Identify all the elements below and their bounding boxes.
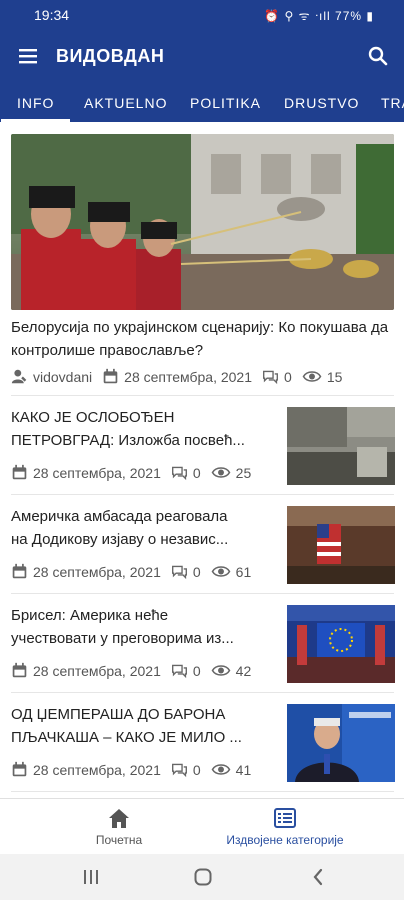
status-bar: 19:34 ⏰ ⚲ ᯤ ᐧıll 77% ▮	[0, 0, 404, 30]
article-comments-count: 0	[192, 464, 201, 481]
home-icon	[109, 809, 129, 828]
article-views-count: 41	[235, 761, 252, 778]
hero-date: 28 септембра, 2021	[124, 368, 253, 385]
system-navigation-bar	[0, 854, 404, 900]
tab-politika[interactable]: POLITIKA	[190, 82, 261, 122]
search-icon[interactable]	[366, 44, 390, 68]
article-thumbnail[interactable]	[287, 407, 395, 485]
nav-categories-label: Издвојене категорије	[226, 833, 344, 847]
recent-apps-icon[interactable]	[82, 868, 100, 886]
calendar-icon	[103, 368, 118, 384]
list-item[interactable]: Брисел: Америка неће учествовати у прего…	[0, 594, 404, 692]
home-button-icon[interactable]	[193, 867, 213, 887]
list-item[interactable]: ОД ЏЕМПЕРАША ДО БАРОНА ПЉАЧКАША – КАКО Ј…	[0, 693, 404, 791]
eye-icon	[211, 764, 231, 775]
list-item[interactable]: Америчка амбасада реаговала на Додикову …	[0, 495, 404, 593]
article-views-count: 61	[235, 563, 252, 580]
category-tabs: INFO AKTUELNO POLITIKA DRUSTVO TRA	[0, 82, 404, 122]
article-comments-count: 0	[192, 563, 201, 580]
calendar-icon	[12, 563, 27, 579]
hero-comments-count: 0	[284, 368, 292, 385]
calendar-icon	[12, 662, 27, 678]
tab-drustvo[interactable]: DRUSTVO	[284, 82, 359, 122]
comments-icon	[171, 763, 187, 778]
article-comments-count: 0	[192, 662, 201, 679]
menu-icon[interactable]	[16, 44, 40, 68]
comments-icon	[171, 664, 187, 679]
article-comments-count: 0	[192, 761, 201, 778]
article-views-count: 42	[235, 662, 252, 679]
back-icon[interactable]	[310, 867, 326, 887]
user-edit-icon	[11, 369, 27, 384]
app-title: ВИДОВДАН	[56, 46, 165, 66]
bottom-navigation: Почетна Издвојене категорије	[0, 798, 404, 854]
eye-icon	[211, 467, 231, 478]
article-title[interactable]: Америчка амбасада реаговала на Додикову …	[11, 505, 273, 551]
article-title[interactable]: Брисел: Америка неће учествовати у прего…	[11, 604, 273, 650]
hero-views-count: 15	[326, 368, 343, 385]
divider	[11, 791, 394, 792]
article-date: 28 септембра, 2021	[33, 662, 161, 679]
calendar-icon	[12, 761, 27, 777]
comments-icon	[171, 565, 187, 580]
tab-tra[interactable]: TRA	[381, 82, 404, 122]
article-title[interactable]: КАКО ЈЕ ОСЛОБОЂЕН ПЕТРОВГРАД: Изложба по…	[11, 406, 273, 452]
article-meta: 28 септембра, 2021 0 25	[11, 464, 251, 481]
article-feed: Белорусија по украјинском сценарију: Ко …	[0, 122, 404, 798]
article-date: 28 септембра, 2021	[33, 761, 161, 778]
hero-article-title[interactable]: Белорусија по украјинском сценарију: Ко …	[11, 316, 391, 362]
eye-icon	[302, 371, 322, 382]
article-meta: 28 септембра, 2021 0 42	[11, 662, 251, 679]
article-date: 28 септембра, 2021	[33, 563, 161, 580]
comments-icon	[171, 466, 187, 481]
article-title[interactable]: ОД ЏЕМПЕРАША ДО БАРОНА ПЉАЧКАША – КАКО Ј…	[11, 703, 273, 749]
article-meta: 28 септембра, 2021 0 41	[11, 761, 251, 778]
hero-author[interactable]: vidovdani	[33, 369, 92, 385]
eye-icon	[211, 566, 231, 577]
eye-icon	[211, 665, 231, 676]
article-thumbnail[interactable]	[287, 704, 395, 782]
tab-info[interactable]: INFO	[0, 82, 72, 122]
article-views-count: 25	[235, 464, 252, 481]
article-date: 28 септембра, 2021	[33, 464, 161, 481]
article-meta: 28 септембра, 2021 0 61	[11, 563, 251, 580]
tab-aktuelno[interactable]: AKTUELNO	[84, 82, 167, 122]
list-icon	[274, 808, 296, 828]
article-thumbnail[interactable]	[287, 506, 395, 584]
status-time: 19:34	[34, 7, 70, 23]
comments-icon	[263, 370, 278, 385]
app-bar: ВИДОВДАН	[0, 30, 404, 82]
nav-categories[interactable]: Издвојене категорије	[184, 799, 386, 855]
list-item[interactable]: КАКО ЈЕ ОСЛОБОЂЕН ПЕТРОВГРАД: Изложба по…	[0, 396, 404, 494]
status-indicators: ⏰ ⚲ ᯤ ᐧıll 77% ▮	[264, 9, 374, 23]
calendar-icon	[12, 464, 27, 480]
hero-article-image[interactable]	[11, 134, 394, 310]
hero-article-meta: vidovdani 28 септембра, 2021 0 15	[11, 368, 342, 385]
article-thumbnail[interactable]	[287, 605, 395, 683]
